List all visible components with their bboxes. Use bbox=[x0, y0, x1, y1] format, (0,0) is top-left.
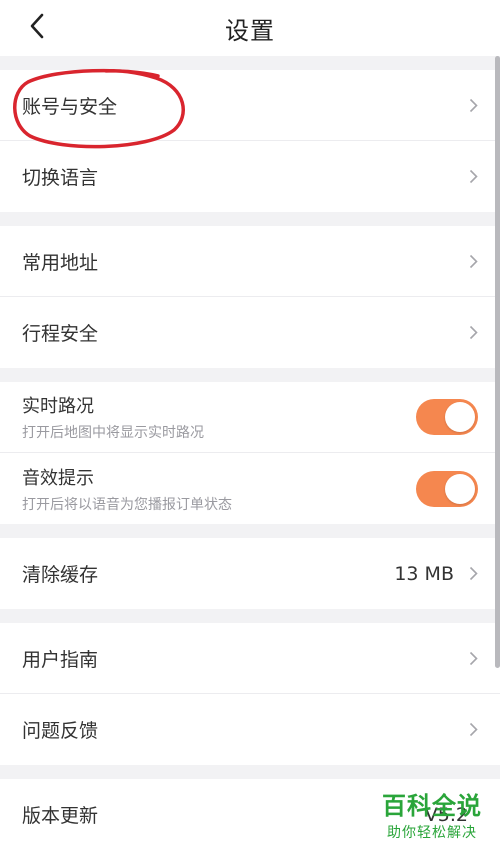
toggle-knob bbox=[445, 473, 475, 504]
feedback-item[interactable]: 问题反馈 bbox=[0, 694, 500, 765]
settings-group-toggles: 实时路况 打开后地图中将显示实时路况 音效提示 打开后将以语音为您播报订单状态 bbox=[0, 382, 500, 524]
settings-group-help: 用户指南 问题反馈 bbox=[0, 623, 500, 765]
toggle-knob bbox=[445, 402, 475, 432]
row-label: 问题反馈 bbox=[22, 720, 99, 742]
chevron-right-icon bbox=[466, 722, 480, 738]
settings-group-account: 账号与安全 切换语言 bbox=[0, 70, 500, 212]
back-button[interactable] bbox=[22, 10, 52, 42]
row-label: 用户指南 bbox=[22, 648, 99, 671]
chevron-right-icon bbox=[466, 650, 480, 666]
row-label: 实时路况 bbox=[22, 396, 94, 417]
settings-group-cache: 清除缓存 13 MB bbox=[0, 538, 500, 609]
switch-language-item[interactable]: 切换语言 bbox=[0, 141, 500, 212]
chevron-right-icon bbox=[466, 253, 480, 269]
sound-prompt-item: 音效提示 打开后将以语音为您播报订单状态 bbox=[0, 453, 500, 524]
settings-group-travel: 常用地址 行程安全 bbox=[0, 226, 500, 368]
chevron-right-icon bbox=[466, 325, 480, 341]
clear-cache-item[interactable]: 清除缓存 13 MB bbox=[0, 538, 500, 609]
watermark-slogan: 助你轻松解决 bbox=[387, 825, 477, 841]
row-label: 音效提示 bbox=[22, 467, 94, 489]
row-label: 账号与安全 bbox=[22, 95, 118, 118]
chevron-right-icon bbox=[466, 169, 480, 185]
row-subtitle: 打开后将以语音为您播报订单状态 bbox=[22, 496, 232, 513]
page-title: 设置 bbox=[225, 16, 275, 45]
chevron-left-icon bbox=[30, 13, 44, 39]
watermark-brand: 百科全说 bbox=[382, 792, 482, 820]
row-label: 清除缓存 bbox=[22, 564, 99, 586]
row-label: 常用地址 bbox=[22, 251, 99, 274]
user-guide-item[interactable]: 用户指南 bbox=[0, 623, 500, 694]
realtime-traffic-item: 实时路况 打开后地图中将显示实时路况 bbox=[0, 382, 500, 453]
sound-prompt-toggle[interactable] bbox=[416, 470, 478, 507]
realtime-traffic-toggle[interactable] bbox=[416, 399, 478, 435]
header-bar: 设置 bbox=[0, 0, 500, 56]
scrollbar[interactable] bbox=[495, 56, 500, 668]
row-subtitle: 打开后地图中将显示实时路况 bbox=[22, 425, 204, 441]
account-security-item[interactable]: 账号与安全 bbox=[0, 70, 500, 141]
common-address-item[interactable]: 常用地址 bbox=[0, 226, 500, 297]
watermark: 百科全说 助你轻松解决 bbox=[378, 792, 486, 842]
row-label: 版本更新 bbox=[22, 805, 99, 827]
cache-size-value: 13 MB bbox=[394, 562, 454, 585]
chevron-right-icon bbox=[466, 97, 480, 113]
row-label: 行程安全 bbox=[22, 323, 99, 345]
row-label: 切换语言 bbox=[22, 167, 99, 189]
trip-safety-item[interactable]: 行程安全 bbox=[0, 297, 500, 368]
chevron-right-icon bbox=[466, 566, 480, 582]
settings-page: 设置 账号与安全 切换语言 常用地址 行程安全 实时路况 打开后地图中将显示实时… bbox=[0, 0, 500, 850]
